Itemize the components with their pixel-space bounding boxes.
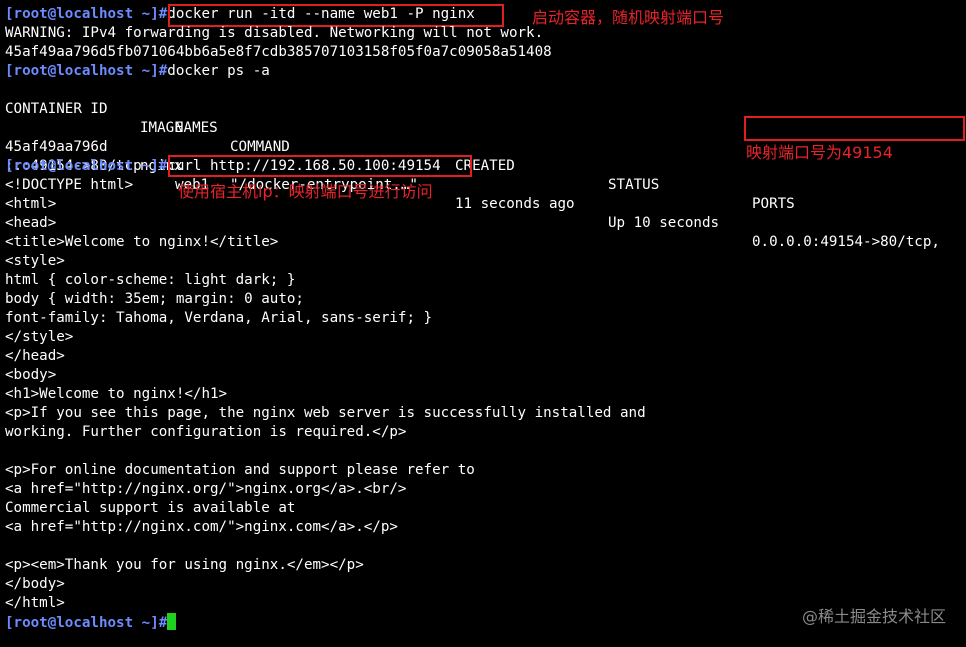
header-created: CREATED bbox=[455, 158, 515, 174]
header-ports: PORTS bbox=[752, 196, 795, 212]
html-line: <style> bbox=[5, 253, 65, 269]
command-line-active[interactable]: [root@localhost ~]# bbox=[5, 613, 177, 632]
shell-prompt: [root@localhost ~]# bbox=[5, 6, 168, 22]
watermark: @稀土掘金技术社区 bbox=[801, 607, 946, 626]
shell-prompt: [root@localhost ~]# bbox=[5, 158, 168, 174]
html-line: <a href="http://nginx.org/">nginx.org</a… bbox=[5, 481, 407, 497]
terminal-window[interactable]: [root@localhost ~]#docker run -itd --nam… bbox=[0, 0, 966, 647]
html-line: </head> bbox=[5, 348, 65, 364]
command-text: docker run -itd --name web1 -P nginx bbox=[167, 6, 475, 22]
annotation-curl: 使用宿主机ip：映射端口号进行访问 bbox=[178, 182, 433, 201]
shell-prompt: [root@localhost ~]# bbox=[5, 615, 168, 631]
html-line: html { color-scheme: light dark; } bbox=[5, 272, 296, 288]
html-line: </body> bbox=[5, 576, 65, 592]
annotation-run: 启动容器，随机映射端口号 bbox=[532, 8, 725, 27]
html-line: <p>If you see this page, the nginx web s… bbox=[5, 405, 646, 421]
ps-data-row: 45af49aa796d nginx "/docker-entrypoint.…… bbox=[0, 119, 966, 250]
output-container-hash: 45af49aa796d5fb071064bb6a5e8f7cdb3857071… bbox=[5, 44, 552, 60]
output-warning: WARNING: IPv4 forwarding is disabled. Ne… bbox=[5, 25, 544, 41]
command-text: docker ps -a bbox=[167, 63, 270, 79]
cell-ports: 0.0.0.0:49154->80/tcp, bbox=[752, 234, 940, 250]
html-line: working. Further configuration is requir… bbox=[5, 424, 407, 440]
header-status: STATUS bbox=[608, 177, 660, 193]
html-line: <p>For online documentation and support … bbox=[5, 462, 475, 478]
command-text: curl http://192.168.50.100:49154 bbox=[167, 158, 441, 174]
html-line: <html> bbox=[5, 196, 57, 212]
text-cursor bbox=[167, 613, 177, 630]
html-line: body { width: 35em; margin: 0 auto; bbox=[5, 291, 304, 307]
ps-header-row: CONTAINER ID IMAGE COMMAND CREATED STATU… bbox=[0, 81, 966, 212]
html-line: <title>Welcome to nginx!</title> bbox=[5, 234, 279, 250]
cell-status: Up 10 seconds bbox=[608, 215, 720, 231]
html-line: </style> bbox=[5, 329, 74, 345]
command-line-curl: [root@localhost ~]#curl http://192.168.5… bbox=[5, 157, 441, 176]
cell-created: 11 seconds ago bbox=[455, 196, 575, 212]
html-line: </html> bbox=[5, 595, 65, 611]
html-line: <h1>Welcome to nginx!</h1> bbox=[5, 386, 228, 402]
html-line: <head> bbox=[5, 215, 57, 231]
annotation-port: 映射端口号为49154 bbox=[746, 143, 893, 162]
shell-prompt: [root@localhost ~]# bbox=[5, 63, 168, 79]
html-line: <body> bbox=[5, 367, 57, 383]
html-line: font-family: Tahoma, Verdana, Arial, san… bbox=[5, 310, 433, 326]
html-line: <!DOCTYPE html> bbox=[5, 177, 134, 193]
html-line: Commercial support is available at bbox=[5, 500, 296, 516]
html-line: <p><em>Thank you for using nginx.</em></… bbox=[5, 557, 364, 573]
ps-header-names-row: NAMES bbox=[0, 100, 966, 136]
command-line-run: [root@localhost ~]#docker run -itd --nam… bbox=[5, 5, 475, 24]
html-line: <a href="http://nginx.com/">nginx.com</a… bbox=[5, 519, 398, 535]
command-line-ps: [root@localhost ~]#docker ps -a bbox=[5, 62, 270, 81]
